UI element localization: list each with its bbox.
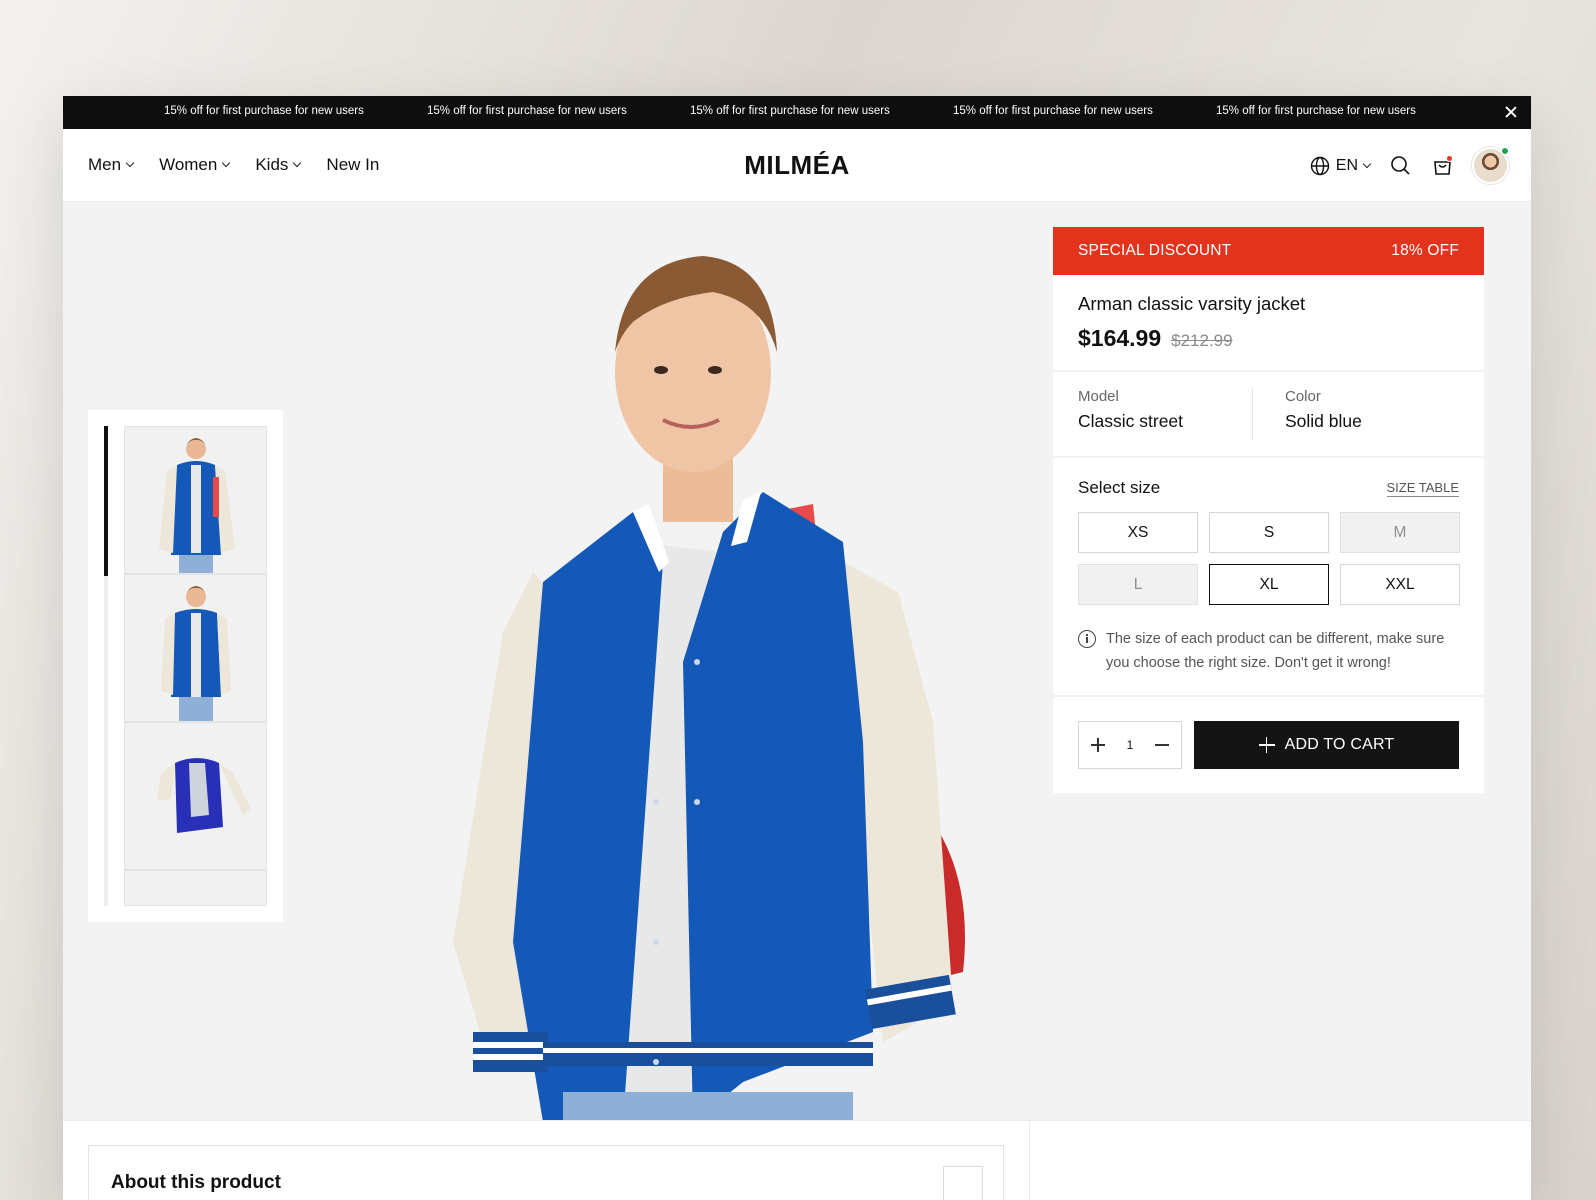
- product-title: Arman classic varsity jacket: [1078, 293, 1306, 314]
- size-option-s[interactable]: S: [1209, 512, 1329, 553]
- expand-toggle-button[interactable]: [943, 1166, 983, 1200]
- discount-banner: SPECIAL DISCOUNT 18% OFF: [1053, 227, 1484, 275]
- nav-label: Kids: [255, 155, 289, 174]
- size-selector: Select size SIZE TABLE XS S M L XL XXL T…: [1053, 458, 1484, 697]
- color-attribute: Color Solid blue: [1252, 388, 1459, 440]
- info-icon: [1078, 630, 1096, 648]
- thumbnail-image: [161, 586, 231, 721]
- chevron-down-icon: [125, 158, 135, 168]
- plus-icon: [1258, 737, 1275, 753]
- thumbnail-scrollbar[interactable]: [104, 426, 108, 906]
- size-note-text: The size of each product can be differen…: [1106, 631, 1445, 671]
- current-price: $164.99: [1078, 325, 1162, 351]
- add-to-cart-button[interactable]: ADD TO CART: [1194, 721, 1459, 769]
- size-grid: XS S M L XL XXL: [1078, 512, 1460, 605]
- product-details-section: About this product: [63, 1120, 1531, 1200]
- brand-logo[interactable]: MILMÉA: [744, 150, 850, 181]
- attribute-label: Model: [1078, 388, 1119, 405]
- size-option-xxl[interactable]: XXL: [1340, 564, 1460, 605]
- product-image: [453, 256, 965, 1142]
- product-attributes: Model Classic street Color Solid blue: [1053, 372, 1484, 458]
- scrollbar-thumb[interactable]: [104, 426, 108, 576]
- nav-women[interactable]: Women: [159, 155, 231, 175]
- product-header: Arman classic varsity jacket $164.99 $21…: [1053, 275, 1484, 372]
- site-header: Men Women Kids New In MILMÉA EN: [63, 129, 1531, 202]
- promo-text: 15% off for first purchase for new users: [953, 105, 1153, 117]
- price-row: $164.99 $212.99: [1078, 325, 1459, 352]
- size-option-m[interactable]: M: [1340, 512, 1460, 553]
- size-option-xs[interactable]: XS: [1078, 512, 1198, 553]
- nav-label: Women: [159, 155, 218, 174]
- thumbnail-3[interactable]: [124, 722, 267, 870]
- size-header: Select size SIZE TABLE: [1078, 478, 1459, 498]
- nav-men[interactable]: Men: [88, 155, 135, 175]
- notification-dot: [1446, 154, 1453, 162]
- online-status-dot: [1501, 147, 1509, 155]
- quantity-stepper: 1: [1078, 721, 1182, 769]
- header-actions: EN: [1310, 147, 1509, 184]
- discount-value: 18% OFF: [1391, 242, 1459, 259]
- product-panel: SPECIAL DISCOUNT 18% OFF Arman classic v…: [1053, 227, 1484, 793]
- size-option-xl[interactable]: XL: [1209, 564, 1329, 605]
- main-nav: Men Women Kids New In: [88, 155, 379, 175]
- close-icon[interactable]: [1503, 104, 1519, 120]
- about-product-card: About this product: [88, 1145, 1004, 1200]
- nav-label: New In: [326, 155, 380, 174]
- promo-text: 15% off for first purchase for new users: [427, 105, 627, 117]
- thumbnail-1[interactable]: [124, 426, 267, 574]
- chevron-down-icon: [293, 158, 302, 168]
- thumbnail-4[interactable]: [124, 870, 267, 906]
- discount-label: SPECIAL DISCOUNT: [1078, 242, 1232, 259]
- thumbnail-2[interactable]: [124, 574, 267, 722]
- globe-icon: [1310, 156, 1329, 175]
- cart-button[interactable]: [1430, 154, 1454, 178]
- model-attribute: Model Classic street: [1078, 388, 1252, 440]
- quantity-value[interactable]: 1: [1127, 738, 1134, 752]
- add-to-cart-label: ADD TO CART: [1284, 736, 1395, 753]
- chevron-down-icon: [222, 158, 231, 168]
- thumbnail-strip: [88, 410, 283, 922]
- language-label: EN: [1335, 156, 1358, 174]
- attribute-value: Classic street: [1078, 411, 1184, 431]
- increase-quantity-button[interactable]: [1089, 736, 1107, 754]
- promo-text: 15% off for first purchase for new users: [164, 105, 364, 117]
- decrease-quantity-button[interactable]: [1153, 736, 1171, 754]
- nav-kids[interactable]: Kids: [255, 155, 302, 175]
- avatar[interactable]: [1472, 147, 1509, 184]
- divider: [1029, 1121, 1030, 1200]
- size-title: Select size: [1078, 478, 1161, 497]
- chevron-down-icon: [1362, 159, 1372, 168]
- size-note: The size of each product can be differen…: [1078, 627, 1459, 675]
- search-icon: [1390, 156, 1410, 175]
- original-price: $212.99: [1171, 331, 1233, 350]
- attribute-label: Color: [1285, 388, 1321, 405]
- browser-window: 15% off for first purchase for new users…: [63, 96, 1531, 1200]
- nav-label: Men: [88, 155, 122, 174]
- promo-text: 15% off for first purchase for new users: [1216, 105, 1416, 117]
- cart-row: 1 ADD TO CART: [1053, 697, 1484, 793]
- promo-bar: 15% off for first purchase for new users…: [63, 96, 1531, 129]
- about-title: About this product: [111, 1172, 281, 1193]
- product-gallery: SPECIAL DISCOUNT 18% OFF Arman classic v…: [63, 202, 1531, 1142]
- size-table-link[interactable]: SIZE TABLE: [1386, 480, 1459, 497]
- attribute-value: Solid blue: [1285, 411, 1362, 431]
- search-button[interactable]: [1388, 154, 1412, 178]
- thumbnail-image: [157, 758, 251, 833]
- size-option-l[interactable]: L: [1078, 564, 1198, 605]
- nav-new-in[interactable]: New In: [326, 155, 379, 175]
- thumbnail-image: [159, 438, 235, 573]
- promo-text: 15% off for first purchase for new users: [690, 105, 890, 117]
- language-selector[interactable]: EN: [1310, 156, 1372, 176]
